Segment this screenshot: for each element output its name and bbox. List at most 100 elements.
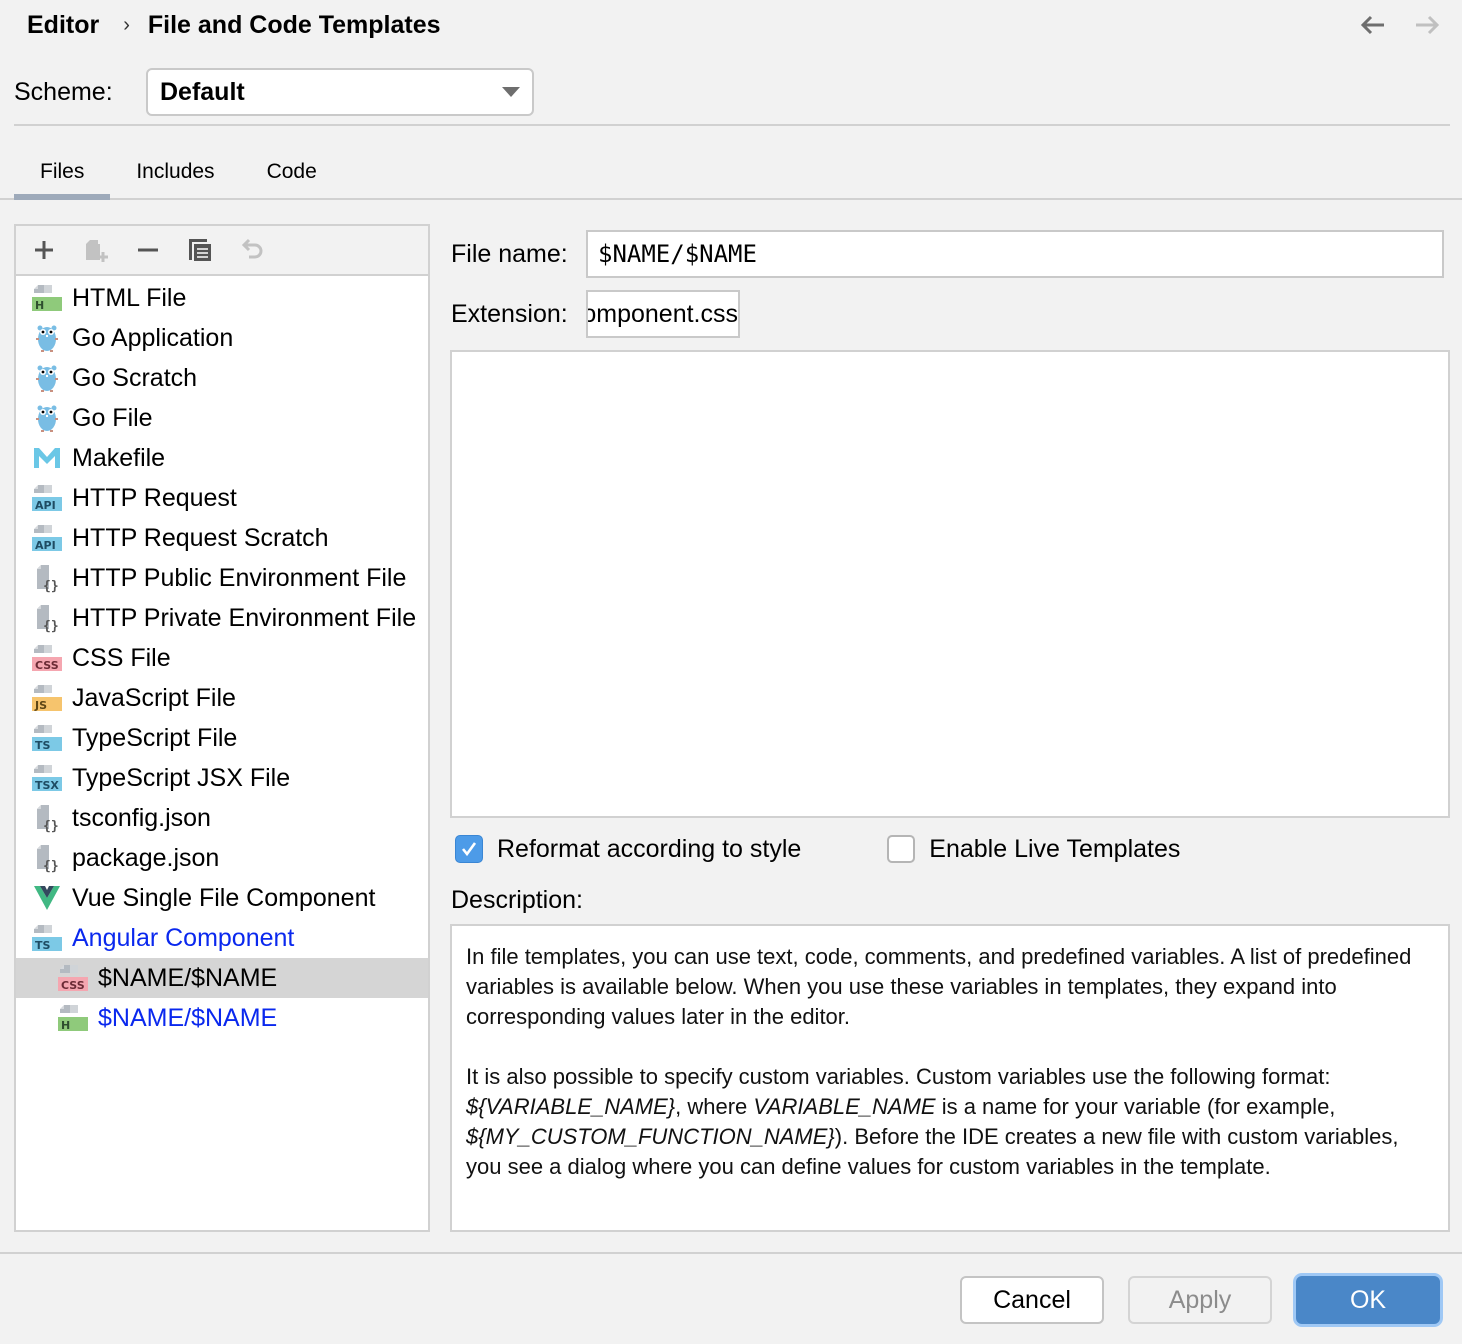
template-item-label: Angular Component: [72, 923, 295, 952]
tab-files[interactable]: Files: [14, 150, 111, 200]
svg-text:{}: {}: [43, 819, 59, 833]
variable-example-custom: ${MY_CUSTOM_FUNCTION_NAME}: [466, 1124, 835, 1149]
template-item-label: HTTP Request Scratch: [72, 523, 329, 552]
apply-button[interactable]: Apply: [1128, 1276, 1272, 1324]
vue-icon: [32, 883, 62, 913]
tab-includes-label: Includes: [136, 160, 215, 183]
copy-template-button[interactable]: [184, 234, 216, 266]
scheme-label: Scheme:: [14, 77, 113, 106]
divider: [14, 124, 1450, 126]
template-item[interactable]: Makefile: [16, 438, 428, 478]
live-templates-label: Enable Live Templates: [929, 834, 1181, 863]
api-file-icon: API: [32, 523, 62, 553]
svg-text:TS: TS: [35, 939, 51, 952]
templates-list: H HTML File Go Application Go Scratch Go Fil…: [16, 276, 428, 1038]
template-item[interactable]: Go File: [16, 398, 428, 438]
chevron-down-icon: [502, 87, 520, 97]
tab-code-label: Code: [266, 160, 317, 183]
json-file-icon: {}: [32, 803, 62, 833]
template-item[interactable]: Go Application: [16, 318, 428, 358]
template-item[interactable]: API HTTP Request Scratch: [16, 518, 428, 558]
css-file-icon: CSS: [32, 643, 62, 673]
navigation-arrows: [1356, 8, 1444, 42]
template-item[interactable]: {} HTTP Private Environment File: [16, 598, 428, 638]
template-item[interactable]: CSS CSS File: [16, 638, 428, 678]
options-row: Reformat according to style Enable Live …: [455, 832, 1180, 866]
description-paragraph-2: It is also possible to specify custom va…: [466, 1064, 1399, 1179]
ok-button[interactable]: OK: [1296, 1276, 1440, 1324]
breadcrumb: Editor › File and Code Templates: [27, 8, 441, 42]
template-item-label: Go Application: [72, 323, 234, 352]
template-item-label: Go File: [72, 403, 153, 432]
scheme-row: Scheme: Default: [14, 68, 534, 116]
template-item[interactable]: Go Scratch: [16, 358, 428, 398]
tab-includes[interactable]: Includes: [110, 150, 240, 200]
reset-icon: [241, 238, 263, 259]
cancel-button[interactable]: Cancel: [960, 1276, 1104, 1324]
api-file-icon: API: [32, 483, 62, 513]
template-item-label: HTTP Private Environment File: [72, 603, 417, 632]
extension-label: Extension:: [451, 300, 568, 328]
file-name-label: File name:: [451, 240, 568, 268]
live-templates-checkbox[interactable]: Enable Live Templates: [887, 835, 1180, 864]
template-item[interactable]: API HTTP Request: [16, 478, 428, 518]
page-title: File and Code Templates: [147, 10, 441, 39]
svg-text:API: API: [35, 499, 56, 512]
tab-code[interactable]: Code: [241, 150, 343, 200]
templates-toolbar: [16, 226, 428, 276]
go-gopher-icon: [32, 403, 62, 433]
ts-file-icon: TS: [32, 923, 62, 953]
template-item[interactable]: Vue Single File Component: [16, 878, 428, 918]
reset-template-button[interactable]: [236, 234, 268, 266]
template-item[interactable]: TS Angular Component: [16, 918, 428, 958]
extension-input[interactable]: component.css: [586, 290, 740, 338]
back-button[interactable]: [1356, 8, 1390, 42]
template-item[interactable]: {} package.json: [16, 838, 428, 878]
add-template-button[interactable]: [28, 234, 60, 266]
file-name-input[interactable]: $NAME/$NAME: [586, 230, 1444, 278]
arrow-left-icon: [1360, 15, 1384, 35]
template-item[interactable]: JS JavaScript File: [16, 678, 428, 718]
add-child-template-button[interactable]: [80, 234, 112, 266]
json-file-icon: {}: [32, 843, 62, 873]
scheme-value: Default: [160, 77, 245, 106]
html-file-icon: H: [58, 1003, 88, 1033]
template-item-label: TypeScript JSX File: [72, 763, 291, 792]
file-name-value: $NAME/$NAME: [598, 240, 757, 268]
json-file-icon: {}: [32, 563, 62, 593]
breadcrumb-separator-icon: ›: [123, 13, 130, 36]
template-item[interactable]: TS TypeScript File: [16, 718, 428, 758]
template-item[interactable]: {} HTTP Public Environment File: [16, 558, 428, 598]
breadcrumb-editor[interactable]: Editor: [27, 11, 99, 40]
svg-text:{}: {}: [43, 619, 59, 633]
template-item[interactable]: TSX TypeScript JSX File: [16, 758, 428, 798]
checkbox-checked-icon: [455, 835, 483, 863]
template-item[interactable]: H $NAME/$NAME: [16, 998, 428, 1038]
svg-text:CSS: CSS: [61, 979, 85, 992]
template-item-label: $NAME/$NAME: [98, 963, 278, 992]
template-item-label: Go Scratch: [72, 363, 198, 392]
scheme-dropdown[interactable]: Default: [146, 68, 534, 116]
svg-text:H: H: [61, 1019, 70, 1032]
svg-text:CSS: CSS: [35, 659, 59, 672]
template-item[interactable]: CSS $NAME/$NAME: [16, 958, 428, 998]
forward-button[interactable]: [1410, 8, 1444, 42]
description-box: In file templates, you can use text, cod…: [450, 924, 1450, 1232]
tsx-file-icon: TSX: [32, 763, 62, 793]
svg-text:API: API: [35, 539, 56, 552]
template-editor[interactable]: [450, 350, 1450, 818]
tab-bar: Files Includes Code: [14, 150, 343, 200]
variable-example: ${VARIABLE_NAME}: [466, 1094, 676, 1119]
template-item[interactable]: H HTML File: [16, 278, 428, 318]
tab-files-label: Files: [40, 160, 85, 183]
template-item-label: HTTP Request: [72, 483, 237, 512]
js-file-icon: JS: [32, 683, 62, 713]
template-item-label: $NAME/$NAME: [98, 1003, 278, 1032]
reformat-checkbox[interactable]: Reformat according to style: [455, 835, 801, 864]
template-item-label: JavaScript File: [72, 683, 236, 712]
remove-template-button[interactable]: [132, 234, 164, 266]
svg-text:TS: TS: [35, 739, 51, 752]
remove-icon: [138, 248, 158, 252]
add-icon: [35, 241, 53, 259]
template-item[interactable]: {} tsconfig.json: [16, 798, 428, 838]
